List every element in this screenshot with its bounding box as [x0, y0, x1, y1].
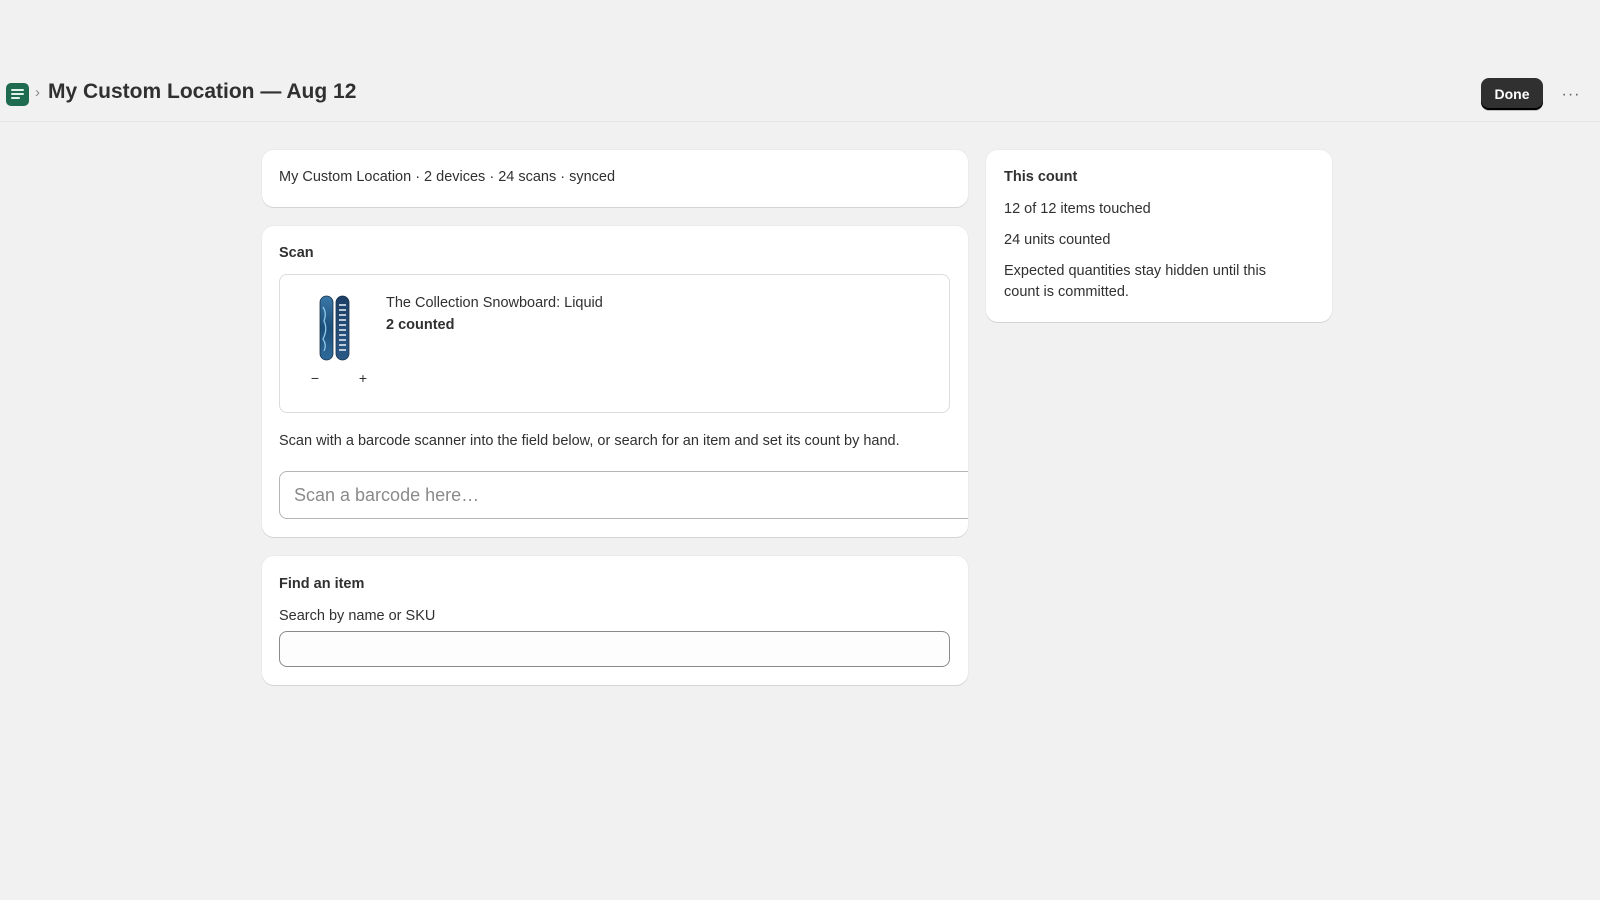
- items-touched: 12 of 12 items touched: [1004, 201, 1151, 217]
- increase-count-button[interactable]: +: [353, 367, 373, 389]
- stats-heading: This count: [1004, 169, 1078, 185]
- more-actions-icon[interactable]: ···: [1556, 80, 1586, 110]
- units-counted: 24 units counted: [1004, 232, 1111, 248]
- barcode-input[interactable]: [279, 471, 968, 519]
- item-count: 2 counted: [386, 317, 455, 333]
- scanned-item: − + The Collection Snowboard: Liquid 2 c…: [279, 274, 950, 413]
- count-stats-card: This count 12 of 12 items touched 24 uni…: [986, 150, 1332, 322]
- done-button[interactable]: Done: [1481, 78, 1543, 110]
- search-input[interactable]: [279, 631, 950, 667]
- scan-help-text: Scan with a barcode scanner into the fie…: [279, 433, 900, 449]
- hidden-quantities-note: Expected quantities stay hidden until th…: [1004, 263, 1266, 300]
- decrease-count-button[interactable]: −: [305, 367, 325, 389]
- sync-summary-card: My Custom Location · 2 devices · 24 scan…: [262, 150, 968, 207]
- breadcrumb-chevron-icon: ›: [35, 84, 40, 101]
- scan-card: Scan − + The Collection Snowboard: Liqui…: [262, 226, 968, 537]
- search-label: Search by name or SKU: [279, 608, 436, 624]
- find-item-card: Find an item Search by name or SKU: [262, 556, 968, 685]
- page-title: My Custom Location — Aug 12: [48, 80, 357, 103]
- item-name: The Collection Snowboard: Liquid: [386, 295, 603, 311]
- snowboard-image: [319, 295, 350, 361]
- list-icon[interactable]: [6, 83, 29, 106]
- page-header: › My Custom Location — Aug 12 Done ···: [0, 72, 1600, 122]
- sync-summary-text: My Custom Location · 2 devices · 24 scan…: [279, 169, 616, 185]
- scan-heading: Scan: [279, 245, 314, 261]
- find-item-heading: Find an item: [279, 576, 365, 592]
